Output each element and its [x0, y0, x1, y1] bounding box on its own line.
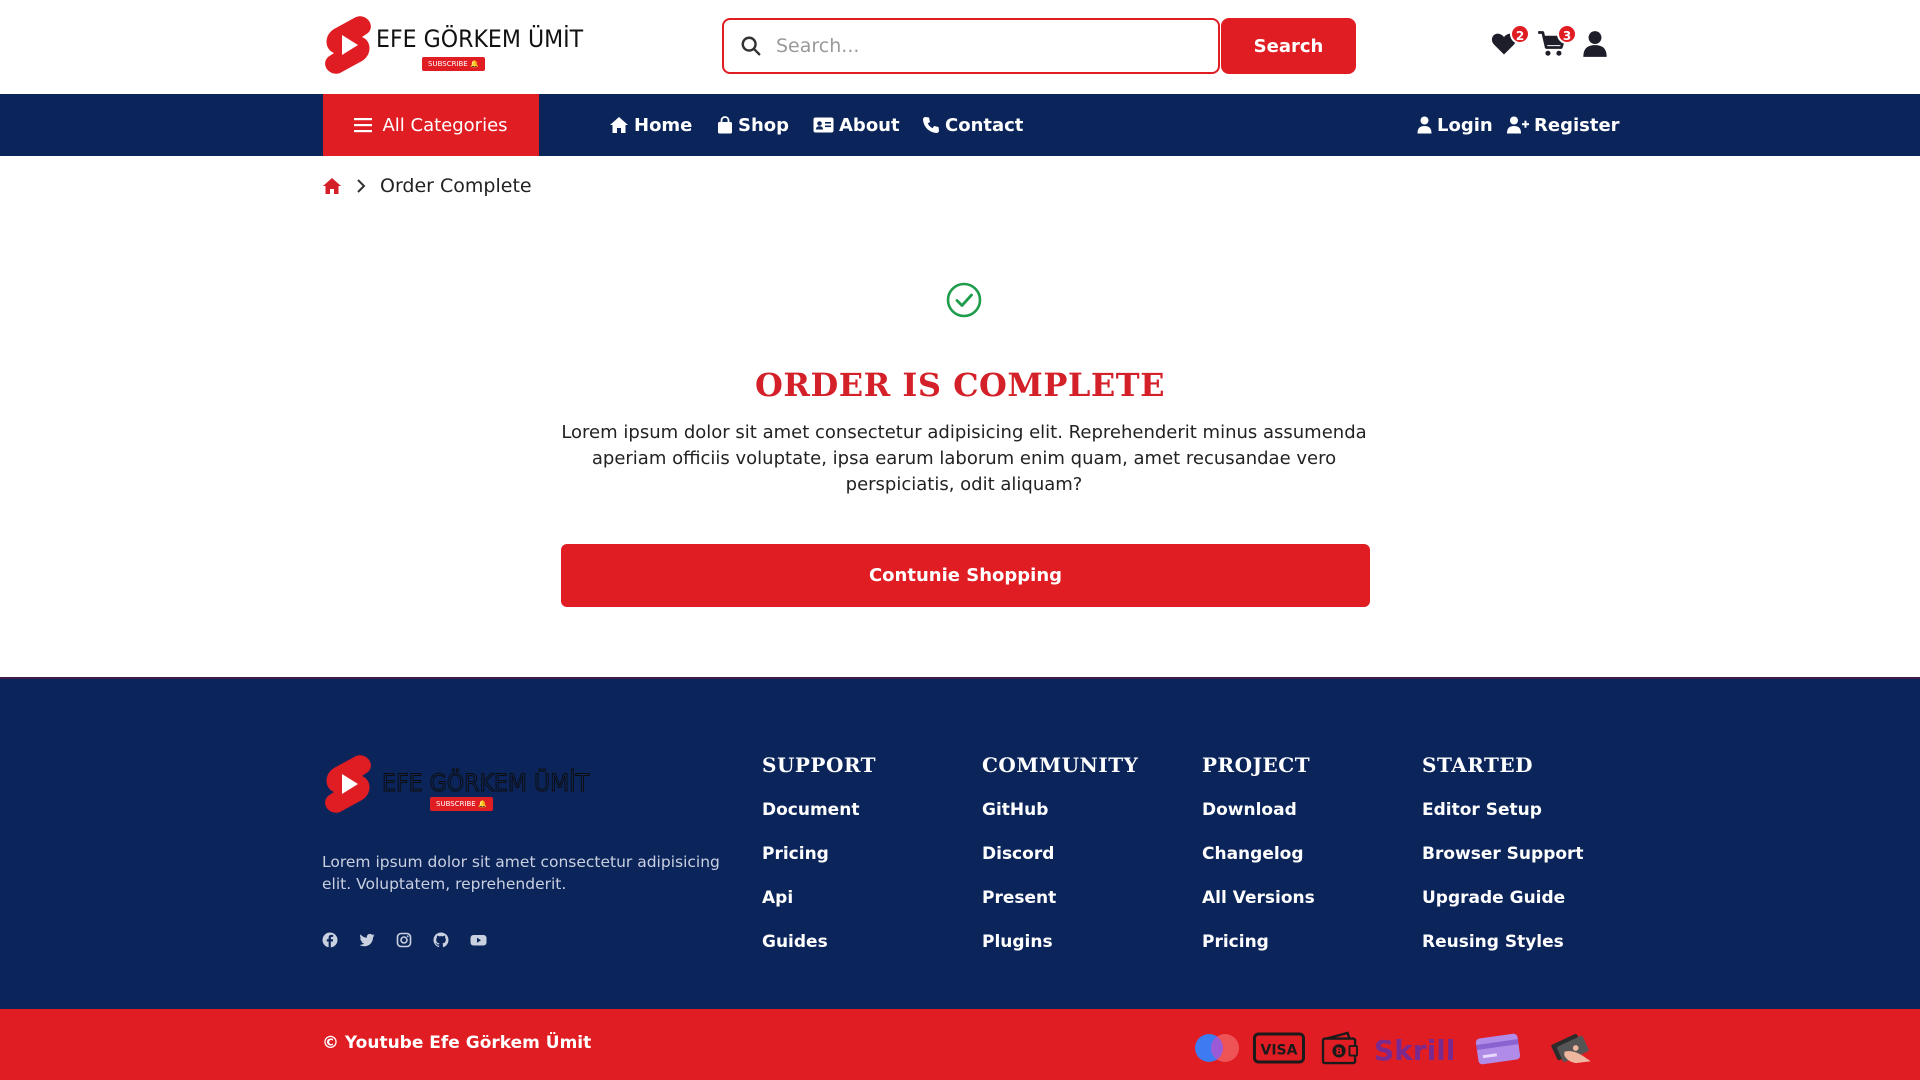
footer-link[interactable]: Upgrade Guide — [1422, 886, 1584, 930]
youtube-shorts-logo-icon — [322, 15, 374, 75]
footer-link[interactable]: Document — [762, 798, 876, 842]
breadcrumb-current: Order Complete — [380, 175, 532, 197]
phone-icon — [923, 117, 939, 133]
subscribe-badge: SUBSCRIBE 🔔 — [422, 57, 485, 71]
footer-link[interactable]: Pricing — [762, 842, 876, 886]
footer-link[interactable]: Editor Setup — [1422, 798, 1584, 842]
nav-contact[interactable]: Contact — [922, 94, 1023, 156]
nav-about[interactable]: About — [813, 94, 900, 156]
nav-shop[interactable]: Shop — [717, 94, 789, 156]
user-plus-icon — [1507, 116, 1529, 134]
subscribe-label: SUBSCRIBE — [428, 60, 468, 68]
github-icon[interactable] — [433, 932, 449, 948]
all-categories-label: All Categories — [382, 114, 508, 136]
footer-column-title: COMMUNITY — [982, 753, 1139, 777]
footer-link[interactable]: Discord — [982, 842, 1138, 886]
brand-name: EFE GÖRKEM ÜMİT — [376, 25, 584, 53]
youtube-shorts-logo-icon — [325, 755, 371, 813]
maestro-icon — [1195, 1034, 1239, 1062]
site-header: EFE GÖRKEM ÜMİT SUBSCRIBE 🔔 Search 2 3 — [0, 0, 1920, 94]
cash-icon — [1551, 1033, 1591, 1064]
footer-link[interactable]: Changelog — [1202, 842, 1315, 886]
footer-link[interactable]: GitHub — [982, 798, 1138, 842]
continue-shopping-button[interactable]: Contunie Shopping — [561, 544, 1370, 607]
login-link[interactable]: Login — [1417, 94, 1493, 156]
footer-link[interactable]: Browser Support — [1422, 842, 1584, 886]
login-label: Login — [1437, 114, 1493, 136]
footer-column-title: PROJECT — [1202, 753, 1311, 777]
all-categories-button[interactable]: All Categories — [323, 94, 539, 156]
search-field[interactable] — [722, 18, 1220, 74]
svg-text:B: B — [1335, 1047, 1342, 1058]
instagram-icon[interactable] — [396, 932, 412, 948]
footer-link[interactable]: Guides — [762, 930, 876, 974]
visa-icon: VISA — [1253, 1032, 1305, 1064]
footer-link[interactable]: Plugins — [982, 930, 1138, 974]
footer-link[interactable]: Download — [1202, 798, 1315, 842]
brand-logo[interactable]: EFE GÖRKEM ÜMİT SUBSCRIBE 🔔 — [322, 15, 601, 77]
nav-shop-label: Shop — [738, 114, 790, 136]
register-link[interactable]: Register — [1507, 94, 1620, 156]
footer-description: Lorem ipsum dolor sit amet consectetur a… — [322, 853, 720, 893]
footer-column-project: PROJECT Download Changelog All Versions … — [1202, 753, 1315, 974]
menu-bars-icon — [354, 118, 373, 133]
nav-contact-label: Contact — [945, 114, 1024, 136]
footer-column-title: STARTED — [1422, 753, 1533, 777]
footer-column-started: STARTED Editor Setup Browser Support Upg… — [1422, 753, 1584, 974]
home-icon[interactable] — [322, 177, 342, 195]
home-icon — [610, 117, 628, 133]
social-links — [322, 932, 507, 948]
skrill-icon: Skrill — [1374, 1034, 1455, 1065]
cart-count-badge: 3 — [1557, 24, 1577, 44]
footer-bottom-bar: © Youtube Efe Görkem Ümit VISA B Skrill — [0, 1009, 1920, 1080]
footer-link[interactable]: Api — [762, 886, 876, 930]
footer-column-community: COMMUNITY GitHub Discord Present Plugins — [982, 753, 1138, 974]
footer-link[interactable]: Reusing Styles — [1422, 930, 1584, 974]
order-complete-title: ORDER IS COMPLETE — [755, 366, 1165, 404]
footer-column-title: SUPPORT — [762, 753, 877, 777]
nav-home[interactable]: Home — [609, 94, 692, 156]
footer-subscribe-badge: SUBSCRIBE 🔔 — [430, 797, 493, 811]
facebook-icon[interactable] — [322, 932, 338, 948]
wishlist-count-badge: 2 — [1510, 24, 1530, 44]
breadcrumb: Order Complete — [322, 174, 532, 198]
youtube-icon[interactable] — [470, 932, 487, 948]
check-circle-icon — [946, 282, 982, 318]
nav-about-label: About — [839, 114, 900, 136]
search-icon — [741, 36, 761, 56]
chevron-right-icon — [357, 179, 366, 193]
register-label: Register — [1534, 114, 1620, 136]
wishlist-button[interactable]: 2 — [1490, 24, 1530, 62]
shopping-bag-icon — [718, 116, 732, 134]
user-icon — [1583, 31, 1607, 57]
footer-link[interactable]: Pricing — [1202, 930, 1315, 974]
footer-brand-logo[interactable]: EFE GÖRKEM ÜMİT SUBSCRIBE 🔔 — [322, 753, 590, 819]
svg-text:Skrill: Skrill — [1374, 1034, 1455, 1065]
order-complete-description: Lorem ipsum dolor sit amet consectetur a… — [561, 422, 1367, 495]
footer-link[interactable]: All Versions — [1202, 886, 1315, 930]
copyright-text: © Youtube Efe Görkem Ümit — [322, 1033, 592, 1053]
nav-home-label: Home — [634, 114, 693, 136]
twitter-icon[interactable] — [359, 932, 375, 948]
cart-button[interactable]: 3 — [1537, 24, 1577, 62]
footer-column-support: SUPPORT Document Pricing Api Guides — [762, 753, 876, 974]
svg-text:VISA: VISA — [1261, 1043, 1298, 1059]
footer-brand-name: EFE GÖRKEM ÜMİT — [382, 769, 590, 798]
main-navigation: All Categories Home Shop About Contact L… — [0, 94, 1920, 156]
user-icon — [1417, 116, 1432, 134]
search-input[interactable] — [776, 35, 1176, 57]
card-icon — [1475, 1033, 1521, 1065]
footer-subscribe-label: SUBSCRIBE — [436, 800, 476, 808]
account-button[interactable] — [1582, 30, 1614, 62]
wallet-icon: B — [1321, 1031, 1358, 1065]
search-button[interactable]: Search — [1221, 18, 1356, 74]
id-card-icon — [813, 117, 834, 133]
footer-link[interactable]: Present — [982, 886, 1138, 930]
site-footer: EFE GÖRKEM ÜMİT SUBSCRIBE 🔔 Lorem ipsum … — [0, 677, 1920, 1009]
